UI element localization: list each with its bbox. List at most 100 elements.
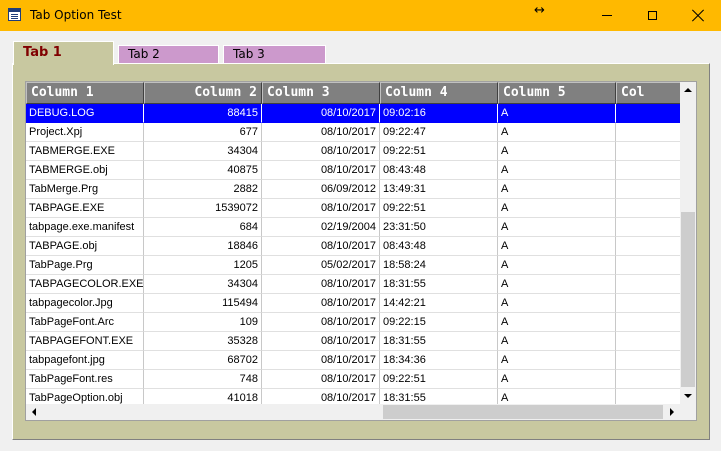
- column-header-3[interactable]: Column 3: [262, 82, 380, 104]
- table-cell: A: [498, 256, 616, 275]
- table-row[interactable]: TABPAGE.EXE 1539072 08/10/2017 09:22:51 A: [26, 199, 696, 218]
- app-window-icon[interactable]: [8, 8, 21, 21]
- table-cell: A: [498, 237, 616, 256]
- column-header-2[interactable]: Column 2: [144, 82, 262, 104]
- table-cell: 1539072: [144, 199, 262, 218]
- arrow-down-icon: [684, 394, 692, 398]
- horizontal-scroll-thumb[interactable]: [383, 405, 663, 419]
- tab-1[interactable]: Tab 1: [13, 41, 114, 65]
- table-cell: 08:43:48: [380, 237, 498, 256]
- table-cell: 18:34:36: [380, 351, 498, 370]
- maximize-button[interactable]: [629, 0, 675, 31]
- table-cell: A: [498, 142, 616, 161]
- tab-3[interactable]: Tab 3: [223, 45, 326, 64]
- data-grid[interactable]: Column 1 Column 2 Column 3 Column 4 Colu…: [25, 81, 697, 421]
- table-cell: 08/10/2017: [262, 199, 380, 218]
- column-header-4[interactable]: Column 4: [380, 82, 498, 104]
- window-title: Tab Option Test: [30, 8, 122, 22]
- table-cell: 08/10/2017: [262, 123, 380, 142]
- table-cell: 09:02:16: [380, 104, 498, 123]
- table-cell: 18846: [144, 237, 262, 256]
- table-row[interactable]: tabpagecolor.Jpg 115494 08/10/2017 14:42:21…: [26, 294, 696, 313]
- table-cell: tabpagefont.jpg: [26, 351, 144, 370]
- table-cell: tabpagecolor.Jpg: [26, 294, 144, 313]
- tab-3-label: Tab 3: [233, 47, 265, 61]
- title-bar[interactable]: Tab Option Test ↔: [0, 0, 721, 31]
- table-cell: TABMERGE.obj: [26, 161, 144, 180]
- table-cell: 08/10/2017: [262, 142, 380, 161]
- scrollbar-corner: [680, 404, 696, 420]
- vertical-scrollbar[interactable]: [680, 82, 696, 404]
- table-cell: 18:31:55: [380, 332, 498, 351]
- table-cell: A: [498, 199, 616, 218]
- table-cell: A: [498, 104, 616, 123]
- table-cell: A: [498, 351, 616, 370]
- table-cell: 18:31:55: [380, 275, 498, 294]
- table-cell: 08/10/2017: [262, 161, 380, 180]
- table-cell: 09:22:51: [380, 199, 498, 218]
- table-cell: 684: [144, 218, 262, 237]
- table-cell: 02/19/2004: [262, 218, 380, 237]
- table-cell: 08/10/2017: [262, 351, 380, 370]
- column-header-1[interactable]: Column 1: [26, 82, 144, 104]
- arrow-left-icon: [32, 408, 36, 416]
- table-row[interactable]: Project.Xpj 677 08/10/2017 09:22:47 A: [26, 123, 696, 142]
- table-row[interactable]: TabPage.Prg 1205 05/02/2017 18:58:24 A: [26, 256, 696, 275]
- column-header-5[interactable]: Column 5: [498, 82, 616, 104]
- table-row[interactable]: tabpage.exe.manifest 684 02/19/2004 23:31:5…: [26, 218, 696, 237]
- table-cell: 08/10/2017: [262, 370, 380, 389]
- close-icon: [692, 10, 704, 22]
- table-row[interactable]: TabPageFont.Arc 109 08/10/2017 09:22:15 A: [26, 313, 696, 332]
- table-cell: 08/10/2017: [262, 104, 380, 123]
- scroll-right-button[interactable]: [664, 404, 680, 420]
- table-cell: tabpage.exe.manifest: [26, 218, 144, 237]
- table-cell: TABPAGEFONT.EXE: [26, 332, 144, 351]
- grid-header: Column 1 Column 2 Column 3 Column 4 Colu…: [26, 82, 696, 104]
- table-cell: TabPage.Prg: [26, 256, 144, 275]
- tab-1-label: Tab 1: [23, 45, 62, 60]
- scroll-up-button[interactable]: [680, 82, 696, 98]
- table-cell: 08/10/2017: [262, 275, 380, 294]
- table-cell: 06/09/2012: [262, 180, 380, 199]
- horizontal-scrollbar[interactable]: [26, 404, 680, 420]
- table-cell: 08/10/2017: [262, 237, 380, 256]
- table-cell: A: [498, 180, 616, 199]
- table-row[interactable]: TABPAGE.obj 18846 08/10/2017 08:43:48 A: [26, 237, 696, 256]
- minimize-button[interactable]: [584, 0, 630, 31]
- table-cell: 18:58:24: [380, 256, 498, 275]
- table-cell: Project.Xpj: [26, 123, 144, 142]
- table-row[interactable]: TABMERGE.obj 40875 08/10/2017 08:43:48 A: [26, 161, 696, 180]
- table-cell: A: [498, 370, 616, 389]
- table-row[interactable]: DEBUG.LOG 88415 08/10/2017 09:02:16 A: [26, 104, 696, 123]
- scroll-left-button[interactable]: [26, 404, 42, 420]
- table-cell: 23:31:50: [380, 218, 498, 237]
- table-cell: 115494: [144, 294, 262, 313]
- table-cell: 05/02/2017: [262, 256, 380, 275]
- table-row[interactable]: TabMerge.Prg 2882 06/09/2012 13:49:31 A: [26, 180, 696, 199]
- vertical-scroll-thumb[interactable]: [681, 212, 695, 387]
- arrow-up-icon: [684, 88, 692, 92]
- table-cell: 35328: [144, 332, 262, 351]
- close-button[interactable]: [675, 0, 721, 31]
- table-cell: 88415: [144, 104, 262, 123]
- table-cell: 109: [144, 313, 262, 332]
- table-cell: 1205: [144, 256, 262, 275]
- table-cell: 08/10/2017: [262, 332, 380, 351]
- table-cell: 08/10/2017: [262, 294, 380, 313]
- table-row[interactable]: tabpagefont.jpg 68702 08/10/2017 18:34:36 A: [26, 351, 696, 370]
- table-cell: A: [498, 275, 616, 294]
- table-cell: TABMERGE.EXE: [26, 142, 144, 161]
- table-cell: TabPageFont.Arc: [26, 313, 144, 332]
- table-cell: 68702: [144, 351, 262, 370]
- table-cell: A: [498, 218, 616, 237]
- scroll-down-button[interactable]: [680, 388, 696, 404]
- table-row[interactable]: TabPageFont.res 748 08/10/2017 09:22:51 A: [26, 370, 696, 389]
- table-cell: 2882: [144, 180, 262, 199]
- table-row[interactable]: TABMERGE.EXE 34304 08/10/2017 09:22:51 A: [26, 142, 696, 161]
- tab-2[interactable]: Tab 2: [118, 45, 219, 64]
- table-row[interactable]: TABPAGEFONT.EXE 35328 08/10/2017 18:31:55 A: [26, 332, 696, 351]
- table-cell: TABPAGE.obj: [26, 237, 144, 256]
- table-cell: TabMerge.Prg: [26, 180, 144, 199]
- table-row[interactable]: TABPAGECOLOR.EXE 34304 08/10/2017 18:31:55 A: [26, 275, 696, 294]
- table-cell: A: [498, 123, 616, 142]
